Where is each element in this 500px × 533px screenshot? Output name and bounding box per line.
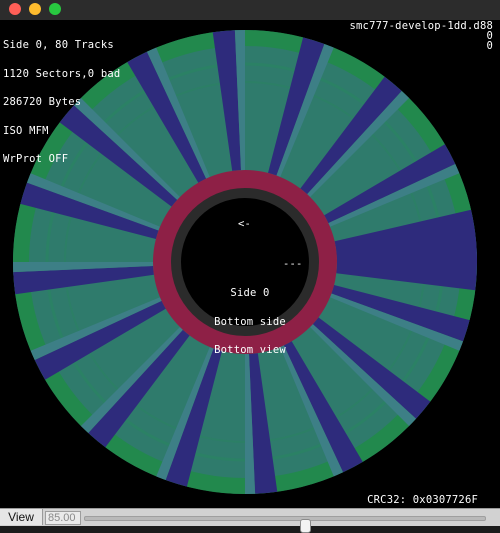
hub-side-label: Side 0: [230, 287, 270, 299]
info-line-bytes: 286720 Bytes: [3, 96, 82, 109]
counter-2: 0: [486, 40, 493, 52]
zoom-slider-thumb[interactable]: [300, 519, 311, 533]
info-line-sectors: 1120 Sectors,0 bad: [3, 67, 121, 80]
disk-view-canvas: Side 0, 80 Tracks 1120 Sectors,0 bad 286…: [0, 20, 500, 508]
zoom-slider[interactable]: [84, 516, 486, 533]
view-button[interactable]: View: [0, 509, 43, 525]
title-bar: [0, 0, 500, 20]
app-window: Side 0, 80 Tracks 1120 Sectors,0 bad 286…: [0, 0, 500, 533]
disk-filename: smc777-develop-1dd.d88: [349, 20, 493, 32]
zoom-input[interactable]: 85.00: [45, 511, 81, 525]
info-line-tracks: Side 0, 80 Tracks: [3, 39, 114, 51]
hub-label: Side 0 Bottom side Bottom view: [200, 270, 300, 375]
hub-bottom-side-label: Bottom side: [214, 315, 286, 328]
zoom-window-button[interactable]: [49, 3, 61, 15]
close-window-button[interactable]: [9, 3, 21, 15]
view-toolbar: View 85.00: [0, 508, 500, 533]
info-line-write-protect: WrProt OFF: [3, 153, 69, 166]
minimize-window-button[interactable]: [29, 3, 41, 15]
head-marker: ---: [283, 258, 303, 270]
info-line-encoding: ISO MFM: [3, 124, 49, 137]
arrow-indicator: <-: [238, 218, 252, 230]
crc-readout: CRC32: 0x0307726F: [367, 494, 478, 506]
hub-bottom-view-label: Bottom view: [214, 344, 286, 357]
disk-info-panel: Side 0, 80 Tracks 1120 Sectors,0 bad 286…: [3, 22, 120, 184]
